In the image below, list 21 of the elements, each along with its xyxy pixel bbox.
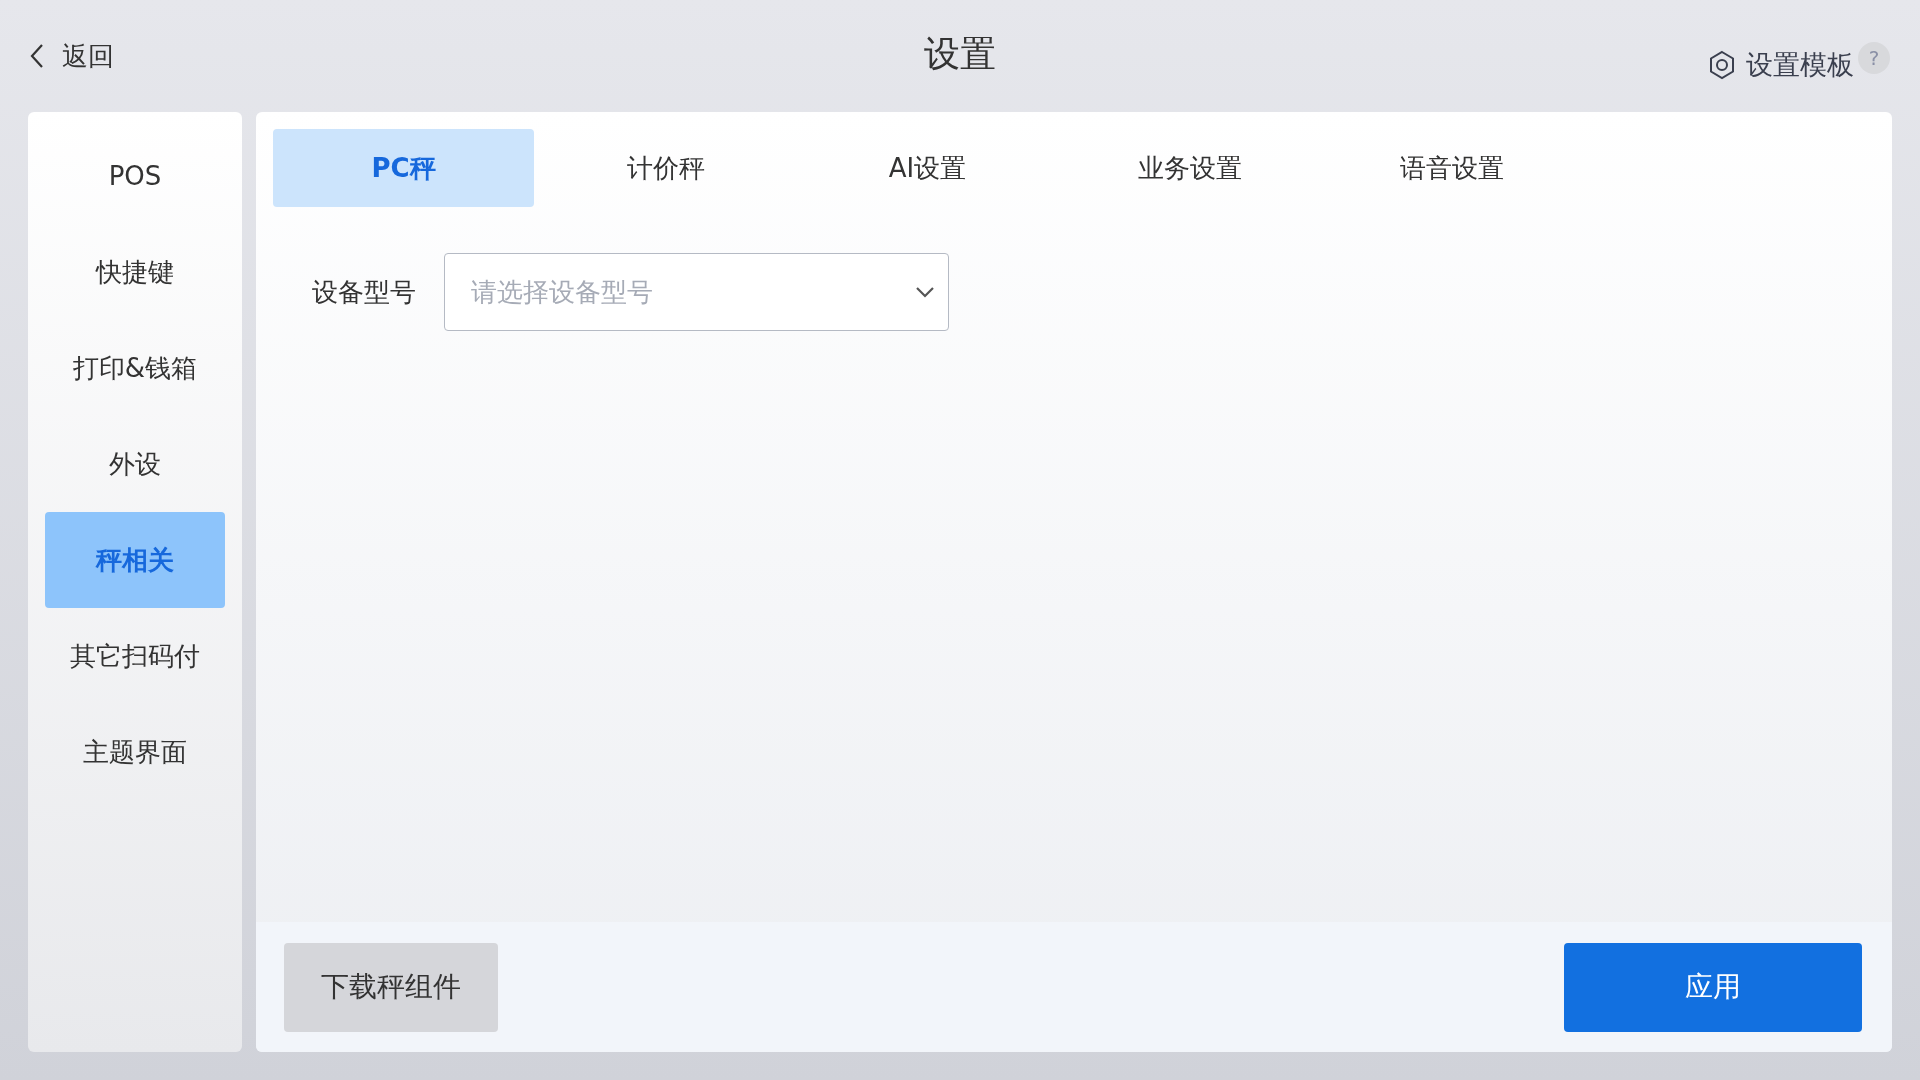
template-link[interactable]: 设置模板 [1746, 47, 1854, 83]
tab[interactable]: AI设置 [797, 129, 1058, 207]
sidebar-item[interactable]: 打印&钱箱 [45, 320, 225, 416]
field-label: 设备型号 [312, 275, 416, 309]
sidebar-item[interactable]: 主题界面 [45, 704, 225, 800]
apply-button[interactable]: 应用 [1564, 942, 1862, 1032]
tab[interactable]: PC秤 [273, 129, 534, 207]
back-icon [30, 43, 44, 69]
sidebar-item[interactable]: POS [45, 128, 225, 224]
sidebar-item[interactable]: 其它扫码付 [45, 608, 225, 704]
tab[interactable]: 业务设置 [1059, 129, 1320, 207]
tab[interactable]: 计价秤 [535, 129, 796, 207]
download-button[interactable]: 下载秤组件 [284, 942, 498, 1032]
back-button[interactable]: 返回 [30, 38, 114, 74]
settings-icon [1708, 50, 1736, 80]
page-title: 设置 [924, 31, 996, 76]
tab[interactable]: 语音设置 [1321, 129, 1582, 207]
sidebar-item[interactable]: 外设 [45, 416, 225, 512]
dropdown-caret-icon [915, 286, 935, 298]
sidebar-item[interactable]: 快捷键 [45, 224, 225, 320]
device-model-select[interactable]: 请选择设备型号 [444, 253, 949, 331]
